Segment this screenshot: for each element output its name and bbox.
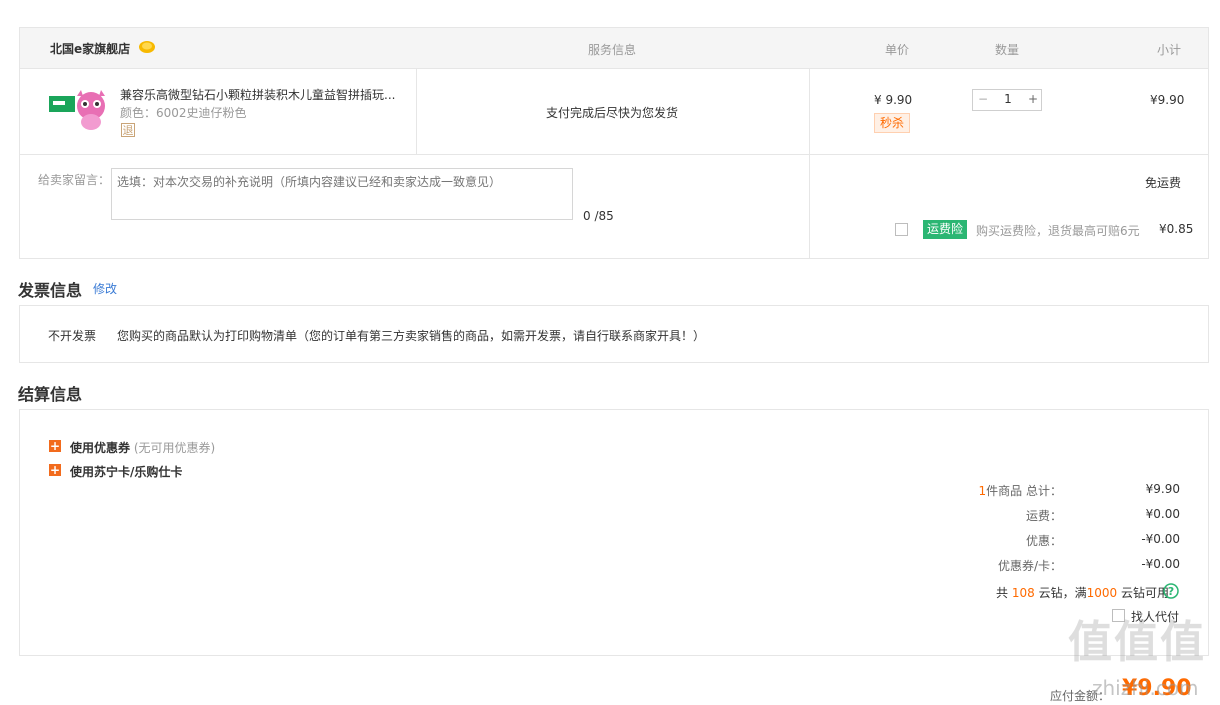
diamond-suffix: 云钻可用 bbox=[1120, 586, 1169, 600]
free-shipping-text: 免运费 bbox=[1145, 176, 1182, 190]
insurance-badge: 运费险 bbox=[923, 220, 968, 239]
item-divider-2 bbox=[809, 69, 810, 258]
product-thumbnail[interactable] bbox=[49, 86, 111, 136]
column-price: 单价 bbox=[885, 43, 910, 57]
invoice-type: 不开发票 bbox=[48, 329, 97, 343]
qty-plus-button[interactable]: + bbox=[1023, 90, 1043, 110]
column-subtotal: 小计 bbox=[1157, 43, 1182, 57]
product-color: 颜色：6002史迪仔粉色 bbox=[120, 104, 247, 121]
watermark-site: zhizhi.com bbox=[1092, 676, 1199, 700]
coupon-card-label: 优惠券/卡： bbox=[997, 559, 1062, 573]
service-text: 支付完成后尽快为您发货 bbox=[546, 106, 679, 120]
coupon-toggle[interactable]: 使用优惠券 (无可用优惠券) bbox=[70, 439, 215, 456]
discount-value: -¥0.00 bbox=[1141, 532, 1180, 546]
item-divider-1 bbox=[416, 69, 417, 154]
product-color-value: 6002史迪仔粉色 bbox=[156, 106, 247, 120]
invoice-edit-link[interactable]: 修改 bbox=[93, 280, 117, 297]
svg-text:?: ? bbox=[1168, 585, 1174, 598]
invoice-description: 您购买的商品默认为打印购物清单（您的订单有第三方卖家销售的商品，如需开发票，请自… bbox=[117, 329, 706, 343]
store-badge-icon bbox=[138, 38, 156, 54]
diamond-count: 108 bbox=[1011, 586, 1035, 600]
insurance-price: ¥0.85 bbox=[1159, 222, 1194, 236]
summary-total-row: 1件商品 总计： ¥9.90 bbox=[900, 482, 1180, 498]
insurance-description: 购买运费险，退货最高可赔6元 bbox=[976, 224, 1140, 238]
qty-minus-button[interactable]: − bbox=[973, 90, 993, 110]
seller-message-input[interactable] bbox=[111, 168, 573, 220]
discount-label: 优惠： bbox=[1025, 534, 1062, 548]
watermark-logo: 值值值 bbox=[1068, 617, 1206, 668]
diamond-threshold: 1000 bbox=[1086, 586, 1118, 600]
summary-discount-row: 优惠： -¥0.00 bbox=[900, 532, 1180, 548]
item-subtotal: ¥9.90 bbox=[1150, 93, 1185, 107]
coupon-expand-icon[interactable]: + bbox=[49, 440, 61, 452]
item-bottom-divider bbox=[20, 154, 1208, 155]
items-label: 件商品 总计： bbox=[986, 484, 1062, 498]
insurance-checkbox[interactable] bbox=[895, 223, 908, 236]
summary-total-label: 1件商品 总计： bbox=[979, 482, 1062, 499]
coupon-label: 使用优惠券 bbox=[70, 441, 131, 455]
promo-badge: 秒杀 bbox=[874, 113, 911, 133]
settlement-title: 结算信息 bbox=[18, 385, 83, 404]
diamond-mid: 云钻，满 bbox=[1038, 586, 1087, 600]
card-toggle[interactable]: 使用苏宁卡/乐购仕卡 bbox=[70, 463, 182, 480]
cloud-diamond-info: 共 108 云钻，满1000 云钻可用 bbox=[996, 584, 1169, 601]
unit-price: ¥ 9.90 bbox=[874, 93, 913, 107]
freight-value: ¥0.00 bbox=[1145, 507, 1180, 521]
column-service: 服务信息 bbox=[588, 43, 637, 57]
quantity-stepper[interactable]: − 1 + bbox=[972, 89, 1042, 111]
card-expand-icon[interactable]: + bbox=[49, 464, 61, 476]
summary-total-value: ¥9.90 bbox=[1145, 482, 1180, 496]
return-badge: 退 bbox=[121, 123, 135, 137]
message-counter: 0 /85 bbox=[583, 209, 614, 223]
summary-coupon-card-row: 优惠券/卡： -¥0.00 bbox=[900, 557, 1180, 573]
coupon-card-value: -¥0.00 bbox=[1141, 557, 1180, 571]
store-name[interactable]: 北国e家旗舰店 bbox=[50, 40, 130, 57]
freight-label: 运费： bbox=[1025, 509, 1062, 523]
qty-input[interactable]: 1 bbox=[993, 90, 1023, 110]
diamond-prefix: 共 bbox=[996, 586, 1009, 600]
invoice-title: 发票信息 bbox=[18, 281, 83, 300]
help-icon[interactable]: ? bbox=[1163, 583, 1179, 599]
product-title[interactable]: 兼容乐高微型钻石小颗粒拼装积木儿童益智拼插玩... bbox=[120, 86, 405, 103]
column-qty: 数量 bbox=[995, 43, 1020, 57]
header-divider bbox=[20, 68, 1208, 69]
summary-freight-row: 运费： ¥0.00 bbox=[900, 507, 1180, 523]
coupon-note: (无可用优惠券) bbox=[133, 441, 216, 455]
product-color-label: 颜色： bbox=[120, 106, 157, 120]
message-label: 给卖家留言： bbox=[38, 173, 111, 187]
